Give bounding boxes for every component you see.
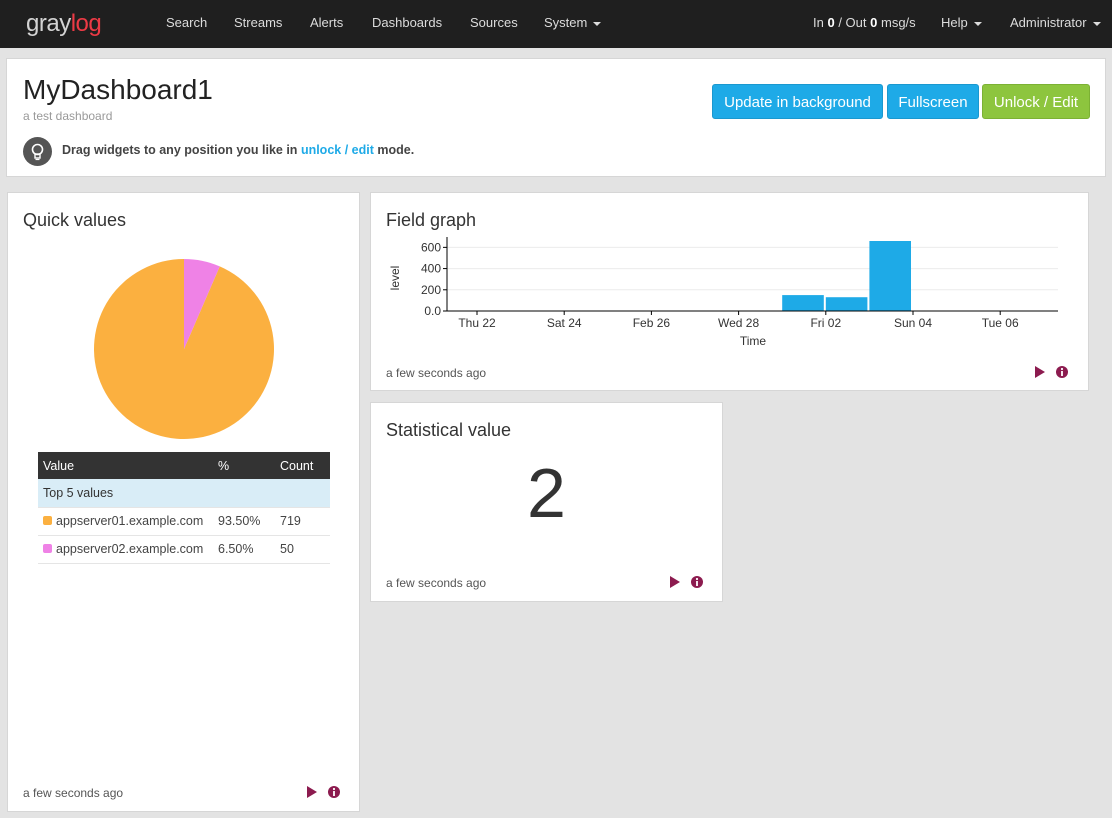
page-title: MyDashboard1 — [23, 74, 213, 105]
y-tick-label: 600 — [421, 240, 441, 254]
nav-sources[interactable]: Sources — [470, 15, 518, 30]
table-header-row: Value % Count — [38, 452, 330, 479]
value-text: appserver02.example.com — [56, 542, 204, 556]
edit-hint-text-after: mode. — [377, 143, 415, 157]
nav-dashboards[interactable]: Dashboards — [372, 15, 442, 30]
nav-help-label: Help — [941, 15, 968, 30]
widget-title: Quick values — [23, 210, 127, 230]
nav-system-dropdown[interactable]: System — [544, 15, 602, 30]
update-in-background-button[interactable]: Update in background — [712, 84, 883, 119]
info-icon[interactable] — [1055, 365, 1069, 379]
x-tick-label: Sat 24 — [547, 316, 582, 330]
y-tick-label: 200 — [421, 283, 441, 297]
value-text: appserver01.example.com — [56, 514, 204, 528]
widget-timestamp: a few seconds ago — [23, 786, 124, 800]
table-row[interactable]: appserver01.example.com 93.50% 719 — [38, 507, 330, 536]
bar[interactable] — [869, 241, 911, 311]
nav-user-dropdown[interactable]: Administrator — [1010, 15, 1101, 30]
y-tick-label: 400 — [421, 262, 441, 276]
chevron-down-icon — [593, 21, 602, 26]
x-tick-label: Thu 22 — [458, 316, 496, 330]
nav-system-label: System — [544, 15, 588, 30]
bar[interactable] — [825, 297, 868, 311]
edit-hint: Drag widgets to any position you like in… — [62, 143, 414, 157]
play-icon[interactable] — [1033, 365, 1047, 379]
value-cell: appserver01.example.com — [38, 507, 213, 536]
quick-values-table: Value % Count Top 5 values appserver01.e… — [38, 452, 330, 564]
x-tick-label: Fri 02 — [810, 316, 841, 330]
x-axis-label: Time — [740, 334, 767, 348]
legend-swatch — [43, 544, 52, 553]
y-tick-label: 0.0 — [424, 304, 441, 318]
play-icon[interactable] — [305, 785, 319, 799]
info-icon[interactable] — [327, 785, 341, 799]
logo-part-log: log — [70, 10, 102, 37]
nav-help-dropdown[interactable]: Help — [941, 15, 982, 30]
logo-part-gray: gray — [26, 10, 71, 37]
top-values-label: Top 5 values — [38, 479, 330, 508]
lightbulb-icon — [23, 137, 52, 166]
graylog-logo[interactable]: graylog — [26, 10, 102, 38]
play-icon[interactable] — [668, 575, 682, 589]
widget-title: Field graph — [386, 210, 477, 230]
statistical-value-widget[interactable]: Statistical value 2 a few seconds ago — [370, 402, 723, 602]
widget-timestamp: a few seconds ago — [386, 366, 487, 380]
dashboard-description: a test dashboard — [23, 109, 113, 123]
percent-cell: 93.50% — [213, 507, 275, 536]
bar[interactable] — [782, 295, 824, 311]
column-header-value: Value — [38, 452, 213, 479]
count-cell: 50 — [275, 535, 330, 564]
x-tick-label: Wed 28 — [718, 316, 759, 330]
table-row[interactable]: appserver02.example.com 6.50% 50 — [38, 535, 330, 564]
percent-cell: 6.50% — [213, 535, 275, 564]
nav-alerts[interactable]: Alerts — [310, 15, 343, 30]
count-cell: 719 — [275, 507, 330, 536]
throughput-unit: msg/s — [881, 15, 916, 30]
throughput-in-label: In — [813, 15, 824, 30]
chevron-down-icon — [1092, 21, 1101, 26]
quick-values-pie-chart — [94, 259, 275, 439]
quick-values-widget[interactable]: Quick values Value % Count Top 5 values … — [7, 192, 360, 812]
field-graph-chart: 0.0 200 400 600 Thu 22 Sat 24 Feb 26 Wed 28 Fri … — [388, 237, 1058, 348]
top-navbar: graylog Search Streams Alerts Dashboards… — [0, 0, 1112, 48]
edit-hint-text-before: Drag widgets to any position you like in — [62, 143, 298, 157]
column-header-percent: % — [213, 452, 275, 479]
x-tick-label: Sun 04 — [894, 316, 932, 330]
throughput-indicator: In 0 / Out 0 msg/s — [813, 15, 916, 30]
x-tick-label: Tue 06 — [982, 316, 1019, 330]
column-header-count: Count — [275, 452, 330, 479]
nav-user-label: Administrator — [1010, 15, 1087, 30]
table-group-row: Top 5 values — [38, 479, 330, 508]
x-tick-label: Feb 26 — [633, 316, 671, 330]
throughput-in-value: 0 — [827, 15, 835, 30]
chevron-down-icon — [973, 21, 982, 26]
field-graph-widget[interactable]: Field graph 0.0 200 400 600 Thu 22 Sat 24 Feb … — [370, 192, 1089, 391]
unlock-edit-button[interactable]: Unlock / Edit — [982, 84, 1090, 119]
unlock-edit-link[interactable]: unlock / edit — [301, 143, 374, 157]
legend-swatch — [43, 516, 52, 525]
dashboard-header: MyDashboard1 a test dashboard Update in … — [6, 58, 1106, 177]
nav-search[interactable]: Search — [166, 15, 207, 30]
fullscreen-button[interactable]: Fullscreen — [887, 84, 979, 119]
info-icon[interactable] — [690, 575, 704, 589]
widget-timestamp: a few seconds ago — [386, 576, 487, 590]
throughput-out-value: 0 — [870, 15, 878, 30]
y-axis-label: level — [388, 266, 402, 291]
statistical-value-number: 2 — [527, 454, 566, 532]
nav-streams[interactable]: Streams — [234, 15, 282, 30]
value-cell: appserver02.example.com — [38, 535, 213, 564]
widget-title: Statistical value — [386, 420, 512, 440]
throughput-out-label: / Out — [838, 15, 867, 30]
